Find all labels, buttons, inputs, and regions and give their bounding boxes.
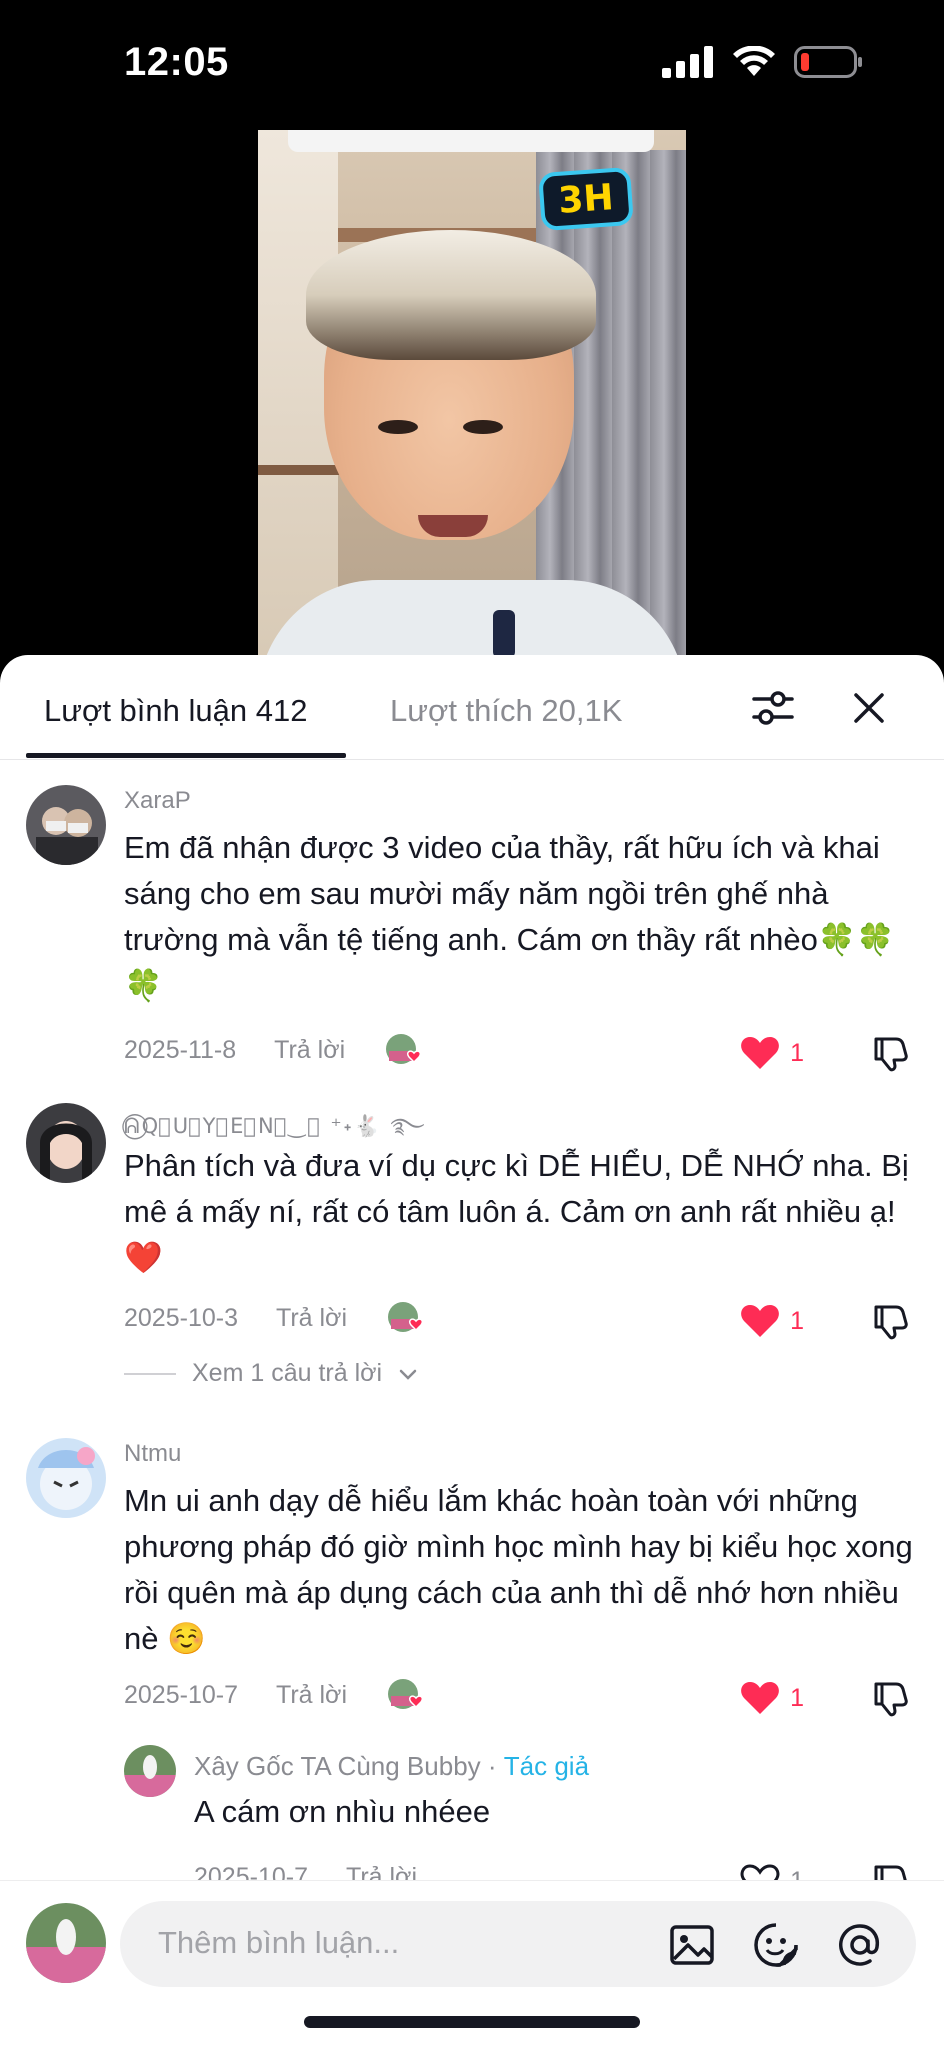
- video-person-eye: [378, 420, 418, 434]
- video-preview[interactable]: 3H: [258, 130, 686, 655]
- reply-button[interactable]: Trả lời: [276, 1681, 347, 1710]
- comment-date: 2025-11-8: [124, 1035, 237, 1064]
- tab-comments[interactable]: Lượt bình luận 412: [44, 693, 307, 729]
- creator-liked-badge: [387, 1301, 425, 1335]
- reply-username-line: Xây Gốc TA Cùng Bubby · Tác giả: [194, 1751, 589, 1782]
- dislike-icon: [874, 1682, 908, 1717]
- comment-text: Mn ui anh dạy dễ hiểu lắm khác hoàn toàn…: [124, 1483, 913, 1656]
- comment-meta: 2025-11-8 Trả lời: [124, 1033, 423, 1067]
- status-time: 12:05: [124, 40, 229, 84]
- heart-icon: [741, 1305, 779, 1337]
- video-person-mouth: [418, 515, 488, 537]
- comment-date: 2025-10-3: [124, 1303, 238, 1332]
- comment-meta: 2025-10-3 Trả lời: [124, 1301, 425, 1335]
- filter-button[interactable]: [750, 685, 796, 731]
- home-indicator: [304, 2016, 640, 2028]
- mention-icon: [839, 1924, 880, 1966]
- tab-active-indicator: [26, 753, 346, 758]
- tab-likes[interactable]: Lượt thích 20,1K: [390, 693, 622, 729]
- comment-input[interactable]: Thêm bình luận...: [120, 1901, 916, 1987]
- creator-liked-badge: [385, 1033, 423, 1067]
- like-button[interactable]: 1: [740, 1035, 804, 1071]
- wifi-icon: [733, 46, 775, 76]
- like-button[interactable]: 1: [740, 1680, 804, 1716]
- dislike-button[interactable]: [870, 1678, 910, 1718]
- comment-item: ᕱ⃝Q⃝U⃝Y⃝E⃝N⃝‿︵ ⁺˖🐇 ࿐ Phân tích và đưa ví…: [0, 1103, 944, 1403]
- video-microphone: [493, 610, 515, 655]
- image-icon: [670, 1925, 714, 1965]
- comment-item: Ntmu Mn ui anh dạy dễ hiểu lắm khác hoàn…: [0, 1438, 944, 1738]
- video-person-hair: [306, 230, 596, 360]
- heart-icon: [741, 1037, 779, 1069]
- video-badge: 3H: [538, 166, 634, 232]
- dislike-icon: [874, 1305, 908, 1340]
- reply-button[interactable]: Trả lời: [276, 1304, 347, 1333]
- dislike-icon: [874, 1037, 908, 1072]
- comment-meta: 2025-10-7 Trả lời: [124, 1678, 425, 1712]
- dislike-button[interactable]: [870, 1033, 910, 1073]
- view-replies-label: Xem 1 câu trả lời: [192, 1359, 383, 1387]
- emoji-icon: [754, 1923, 798, 1967]
- comments-sheet: Lượt bình luận 412 Lượt thích 20,1K Xara…: [0, 655, 944, 2046]
- reply-separator: ·: [480, 1751, 504, 1781]
- battery-icon: [794, 46, 862, 78]
- avatar[interactable]: [26, 1438, 106, 1518]
- like-button[interactable]: 1: [740, 1303, 804, 1339]
- avatar[interactable]: [26, 1103, 106, 1183]
- avatar[interactable]: [124, 1745, 176, 1797]
- mention-button[interactable]: [834, 1919, 886, 1971]
- reply-item: Xây Gốc TA Cùng Bubby · Tác giả A cám ơn…: [0, 1745, 944, 1900]
- close-button[interactable]: [846, 685, 892, 731]
- comment-text: Phân tích và đưa ví dụ cực kì DỄ HIỂU, D…: [124, 1148, 909, 1275]
- status-bar: 12:05: [0, 0, 944, 130]
- comment-text: Em đã nhận được 3 video của thầy, rất hữ…: [124, 830, 896, 1003]
- image-button[interactable]: [666, 1919, 718, 1971]
- comment-username[interactable]: Ntmu: [124, 1440, 181, 1468]
- video-person-eye: [463, 420, 503, 434]
- author-tag: Tác giả: [503, 1751, 590, 1781]
- video-top-bar: [288, 130, 654, 152]
- comment-input-placeholder: Thêm bình luận...: [158, 1925, 400, 1960]
- view-replies-button[interactable]: Xem 1 câu trả lời: [124, 1359, 418, 1388]
- emoji-button[interactable]: [750, 1919, 802, 1971]
- view-replies-line: [124, 1372, 176, 1375]
- heart-icon: [741, 1682, 779, 1714]
- creator-liked-badge: [387, 1678, 425, 1712]
- dislike-button[interactable]: [870, 1301, 910, 1341]
- filter-icon: [752, 691, 794, 725]
- like-count: 1: [790, 1038, 804, 1067]
- avatar[interactable]: [26, 785, 106, 865]
- close-icon: [854, 693, 884, 723]
- like-count: 1: [790, 1683, 804, 1712]
- reply-text: A cám ơn nhìu nhéee: [194, 1794, 491, 1829]
- comment-item: XaraP Em đã nhận được 3 video của thầy, …: [0, 785, 944, 1085]
- comment-date: 2025-10-7: [124, 1680, 238, 1709]
- chevron-down-icon: [399, 1369, 417, 1380]
- status-icons: [662, 46, 864, 78]
- current-user-avatar: [26, 1903, 106, 1983]
- like-count: 1: [790, 1306, 804, 1335]
- reply-button[interactable]: Trả lời: [274, 1036, 345, 1065]
- comment-username[interactable]: XaraP: [124, 787, 191, 815]
- signal-icon: [662, 46, 713, 78]
- reply-username[interactable]: Xây Gốc TA Cùng Bubby: [194, 1751, 481, 1781]
- comments-tabs: Lượt bình luận 412 Lượt thích 20,1K: [0, 655, 944, 760]
